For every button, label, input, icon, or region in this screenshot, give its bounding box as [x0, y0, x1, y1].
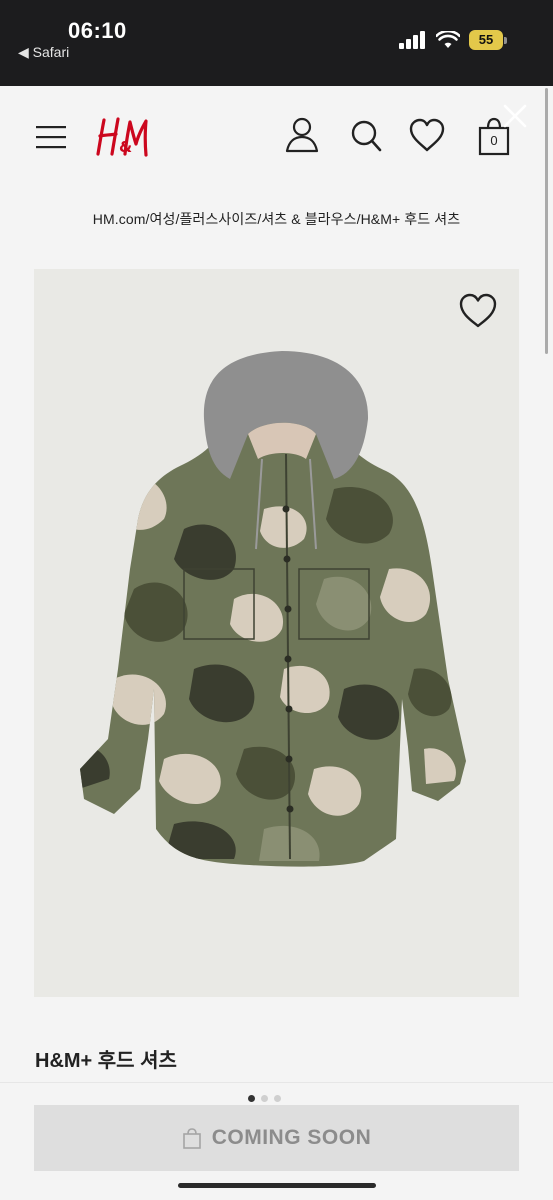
svg-text:&: & [119, 138, 132, 156]
battery-icon: 55 [469, 30, 507, 50]
shopping-bag-icon [182, 1128, 201, 1149]
account-icon [285, 117, 319, 153]
cart-count: 0 [490, 133, 498, 148]
status-time: 06:10 [68, 18, 127, 43]
search-button[interactable] [348, 116, 384, 156]
search-icon [351, 120, 382, 152]
battery-level: 55 [469, 30, 503, 50]
product-image[interactable] [34, 269, 519, 997]
wishlist-heart-icon[interactable] [458, 291, 498, 331]
wifi-icon [436, 31, 460, 48]
home-indicator[interactable] [178, 1183, 376, 1188]
gallery-dot[interactable] [274, 1095, 281, 1102]
coming-soon-label: COMING SOON [211, 1126, 372, 1149]
gallery-pagination [248, 1095, 281, 1102]
product-title: H&M+ 후드 셔츠 [35, 1050, 177, 1072]
back-to-safari-link[interactable]: ◀ Safari [18, 44, 69, 61]
menu-icon[interactable] [36, 124, 66, 150]
account-button[interactable] [284, 116, 320, 156]
coming-soon-button[interactable]: COMING SOON [34, 1105, 519, 1171]
status-indicators: 55 [399, 30, 507, 50]
gallery-dot[interactable] [261, 1095, 268, 1102]
header-actions: 0 [284, 116, 512, 156]
heart-icon [409, 118, 445, 152]
favorites-button[interactable] [408, 116, 446, 156]
close-icon[interactable] [501, 102, 529, 130]
site-header: & 0 [0, 86, 553, 191]
gallery-dot[interactable] [248, 1095, 255, 1102]
bottom-action-bar: COMING SOON [0, 1082, 553, 1200]
breadcrumb[interactable]: HM.com/여성/플러스사이즈/셔츠 & 블라우스/H&M+ 후드 셔츠 [0, 209, 553, 229]
status-bar: 06:10 ◀ Safari 55 [0, 0, 553, 86]
hm-logo[interactable]: & [95, 114, 155, 158]
cellular-signal-icon [399, 31, 425, 49]
camo-hooded-shirt-image [80, 351, 466, 867]
product-page[interactable]: & 0 HM.com/여성/플러스사이즈/셔츠 & 블라우스/H&M+ 후드 셔… [0, 86, 553, 1200]
